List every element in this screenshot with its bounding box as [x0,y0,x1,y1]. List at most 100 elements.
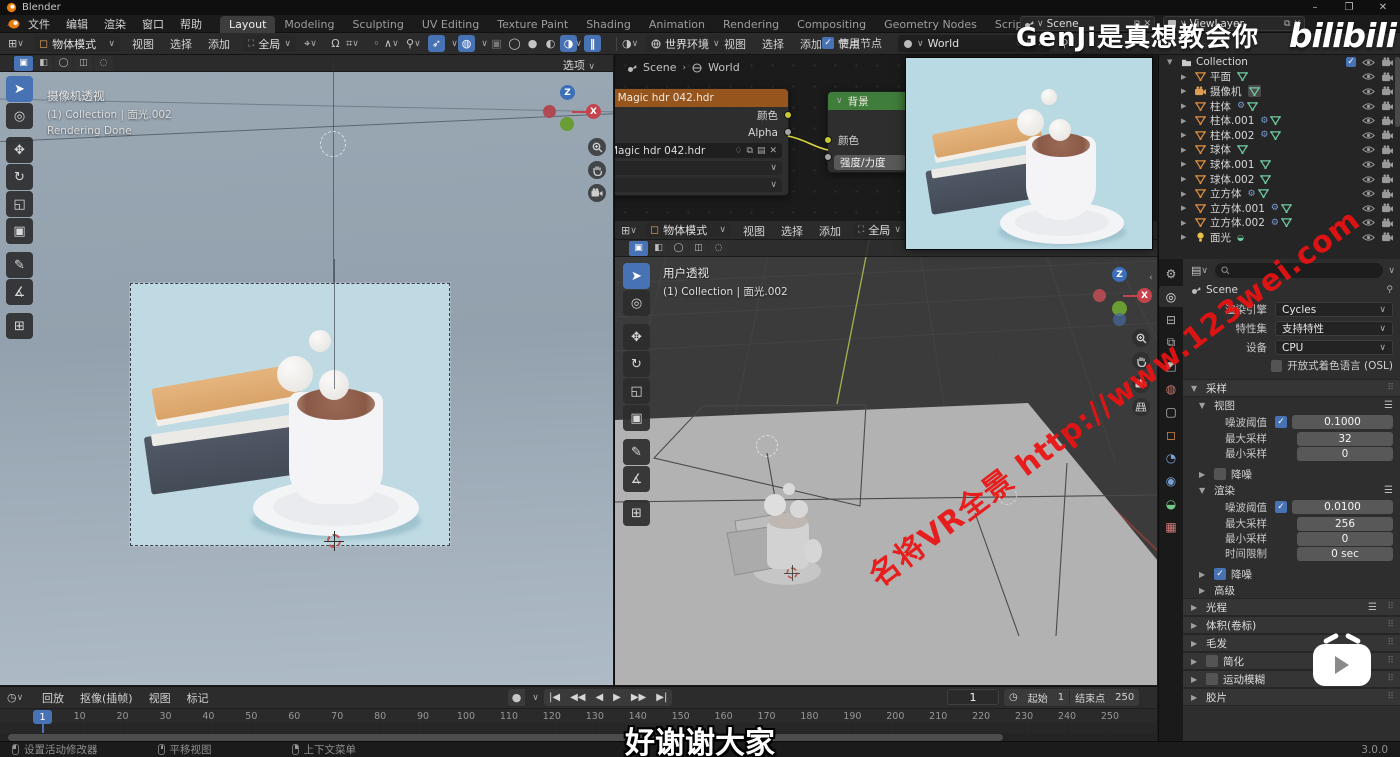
sampling-panel-header[interactable]: ▼采样⠿ [1183,379,1400,397]
object-name[interactable]: 球体.002 [1210,172,1254,187]
tab-modeling[interactable]: Modeling [275,16,343,33]
tab-uv-editing[interactable]: UV Editing [413,16,488,33]
tab-layout[interactable]: Layout [220,16,275,33]
expand-icon[interactable]: ▼ [1167,58,1179,66]
panel-光程[interactable]: ▶光程☰⠿ [1183,598,1400,616]
disable-render-icon[interactable] [1381,71,1394,83]
noise-threshold-checkbox[interactable]: ✓ [1275,501,1287,513]
collection-checkbox[interactable]: ✓ [1346,57,1356,67]
hide-eye-icon[interactable] [1362,56,1375,68]
select-mode-icon[interactable]: ◌ [709,241,728,256]
snap-magnet-icon[interactable]: Ω [327,35,344,52]
shader-type-selector[interactable]: 世界环境∨ [646,35,725,52]
disable-render-icon[interactable] [1381,188,1394,200]
editor-type-button[interactable]: ⊞∨ [619,222,639,239]
select-mode-icon[interactable]: ◯ [54,56,73,71]
object-name[interactable]: 立方体 [1210,186,1242,201]
viewport-menu-item[interactable]: 视图 [124,36,162,52]
orientation-selector[interactable]: ⛶全局∨ [243,35,296,52]
proportional-falloff-button[interactable]: ∧∨ [382,35,401,52]
filter-dropdown[interactable]: ∨ [1388,266,1395,276]
tab-shading[interactable]: Shading [577,16,640,33]
shading-mode-material[interactable]: ◐ [542,35,559,52]
xray-toggle[interactable]: ▣ [488,35,505,52]
hide-eye-icon[interactable] [1362,158,1375,170]
hide-eye-icon[interactable] [1362,85,1375,97]
select-mode-icon[interactable]: ◌ [94,56,113,71]
render-subpanel-header[interactable]: ▼渲染☰ [1183,482,1400,498]
object-name[interactable]: 柱体.002 [1210,128,1254,143]
object-name[interactable]: 球体 [1210,142,1231,157]
vp-denoise-checkbox[interactable] [1214,468,1226,480]
minimize-button[interactable]: – [1298,0,1332,15]
vp-min-slider[interactable]: 0 [1297,447,1393,461]
mode-selector[interactable]: ◻物体模式∨ [645,222,731,237]
tab-compositing[interactable]: Compositing [788,16,875,33]
hide-eye-icon[interactable] [1362,115,1375,127]
expand-icon[interactable]: ▶ [1181,87,1193,95]
vp-noise-slider[interactable]: 0.1000 [1292,415,1393,429]
timeline-menu-item[interactable]: 标记 [179,690,217,706]
tab-object-data[interactable]: ◒ [1159,493,1183,514]
zoom-icon[interactable] [588,138,606,156]
editor-type-button[interactable]: ▤∨ [1189,264,1210,278]
hide-eye-icon[interactable] [1362,100,1375,112]
editor-type-button[interactable]: ◷∨ [5,689,25,706]
outliner-collection-row[interactable]: ▼ Collection ✓ [1159,55,1400,70]
outliner-item-row[interactable]: ▶立方体⚙ [1159,186,1400,201]
gizmos-toggle[interactable]: ➶ [428,35,445,52]
move-tool[interactable]: ✥ [6,137,33,163]
tab-object[interactable]: ◻ [1159,424,1183,445]
disable-render-icon[interactable] [1381,129,1394,141]
transform-tool[interactable]: ▣ [623,405,650,431]
expand-icon[interactable]: ▶ [1181,219,1193,227]
disable-render-icon[interactable] [1381,217,1394,229]
select-mode-icon[interactable]: ◯ [669,241,688,256]
r-max-slider[interactable]: 256 [1297,517,1393,531]
shading-mode-wireframe[interactable]: ◯ [506,35,523,52]
render-engine-dropdown[interactable]: Cycles∨ [1275,302,1393,317]
area-light-gizmo[interactable] [320,131,346,157]
collection-name[interactable]: Collection [1196,56,1248,68]
hide-eye-icon[interactable] [1362,188,1375,200]
jump-to-end-button[interactable]: ▶| [651,692,672,703]
disable-render-icon[interactable] [1381,202,1394,214]
timeline-menu-item[interactable]: 视图 [141,690,179,706]
add-cube-tool[interactable]: ⊞ [6,313,33,339]
snap-settings-button[interactable]: ⌗∨ [344,35,361,52]
collapse-arrow-icon[interactable]: ‹ [1149,273,1153,283]
disable-render-icon[interactable] [1381,158,1394,170]
outliner-item-row[interactable]: ▶平面 [1159,70,1400,85]
preset-list-icon[interactable]: ☰ [1384,485,1393,496]
measure-tool[interactable]: ∡ [6,279,33,305]
shader-editor-type-button[interactable]: ◑∨ [620,35,640,52]
disable-render-icon[interactable] [1381,100,1394,112]
object-name[interactable]: 摄像机 [1210,84,1242,99]
shading-mode-solid[interactable]: ● [524,35,541,52]
menubar-item[interactable]: 渲染 [96,16,134,32]
disable-render-icon[interactable] [1381,231,1394,243]
prev-keyframe-button[interactable]: ◀◀ [565,692,590,703]
select-mode-icon[interactable]: ▣ [14,56,33,71]
tab-sculpting[interactable]: Sculpting [343,16,412,33]
object-name[interactable]: 平面 [1210,69,1231,84]
camera-viewport[interactable]: ▣◧◯◫◌ 选项 ∨ 摄像机透视 (1 [0,55,613,685]
select-mode-icon[interactable]: ◫ [74,56,93,71]
hide-eye-icon[interactable] [1362,173,1375,185]
expand-icon[interactable]: ▶ [1181,175,1193,183]
scale-tool[interactable]: ◱ [623,378,650,404]
node-menu-item[interactable]: 视图 [716,36,754,52]
tab-animation[interactable]: Animation [640,16,714,33]
start-frame-field[interactable]: 1 [1053,692,1069,703]
pause-render-button[interactable]: ‖ [584,35,601,52]
select-box-tool[interactable]: ➤ [6,76,33,102]
use-nodes-checkbox[interactable]: ✓ 使用节点 [822,35,882,51]
outliner-item-row[interactable]: ▶柱体⚙ [1159,99,1400,114]
render-preview-window[interactable] [905,57,1153,250]
select-mode-icon[interactable]: ◫ [689,241,708,256]
camera-view-icon[interactable] [588,184,606,202]
annotate-visibility-button[interactable]: ⚲∨ [404,35,423,52]
orientation-selector[interactable]: ⛶全局∨ [853,222,906,237]
object-name[interactable]: 柱体.001 [1210,113,1254,128]
vp-denoise-header[interactable]: ▶降噪 [1183,466,1400,482]
